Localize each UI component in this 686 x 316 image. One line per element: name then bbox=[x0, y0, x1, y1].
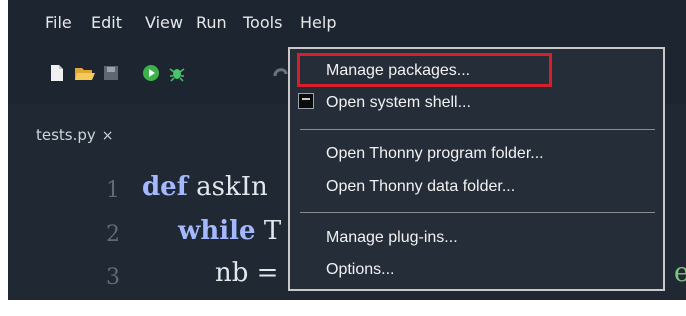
code-text: nb = bbox=[215, 258, 279, 288]
code-overflow: e bbox=[674, 258, 686, 288]
debug-icon[interactable] bbox=[168, 64, 186, 82]
open-folder-icon[interactable] bbox=[74, 64, 96, 82]
tab-close-icon[interactable]: × bbox=[102, 128, 114, 144]
menu-run[interactable]: Run bbox=[196, 13, 227, 32]
keyword-while: while bbox=[178, 216, 256, 246]
run-icon[interactable] bbox=[142, 64, 160, 82]
menu-item-manage-plugins[interactable]: Manage plug-ins... bbox=[326, 229, 458, 247]
menu-item-manage-packages[interactable]: Manage packages... bbox=[326, 62, 470, 80]
menu-separator bbox=[300, 129, 655, 130]
code-line-1: def askIn bbox=[142, 172, 268, 202]
code-text: askIn bbox=[187, 172, 268, 202]
tab-label: tests.py bbox=[36, 126, 96, 144]
left-edge bbox=[0, 0, 8, 316]
terminal-icon bbox=[298, 93, 314, 109]
new-file-icon[interactable] bbox=[48, 64, 66, 82]
menu-separator bbox=[300, 212, 655, 213]
save-icon[interactable] bbox=[102, 64, 120, 82]
code-line-3: nb = bbox=[215, 258, 278, 288]
menu-item-open-data-folder[interactable]: Open Thonny data folder... bbox=[326, 178, 515, 196]
menu-file[interactable]: File bbox=[45, 13, 72, 32]
keyword-def: def bbox=[142, 172, 188, 202]
menu-edit[interactable]: Edit bbox=[91, 13, 122, 32]
line-number: 2 bbox=[106, 222, 120, 247]
tools-dropdown-menu: Manage packages... Open system shell... … bbox=[288, 47, 665, 291]
code-text: T bbox=[255, 216, 282, 246]
menu-item-open-system-shell[interactable]: Open system shell... bbox=[326, 94, 471, 112]
line-number: 3 bbox=[106, 265, 120, 290]
tab-tests-py[interactable]: tests.py × bbox=[36, 126, 114, 144]
code-line-2: while T bbox=[178, 216, 281, 246]
menu-item-open-program-folder[interactable]: Open Thonny program folder... bbox=[326, 145, 544, 163]
menu-help[interactable]: Help bbox=[300, 13, 336, 32]
menu-tools[interactable]: Tools bbox=[243, 13, 282, 32]
menu-item-options[interactable]: Options... bbox=[326, 261, 394, 279]
menubar: File Edit View Run Tools Help bbox=[8, 0, 686, 42]
line-number: 1 bbox=[106, 178, 120, 203]
menu-view[interactable]: View bbox=[145, 13, 183, 32]
